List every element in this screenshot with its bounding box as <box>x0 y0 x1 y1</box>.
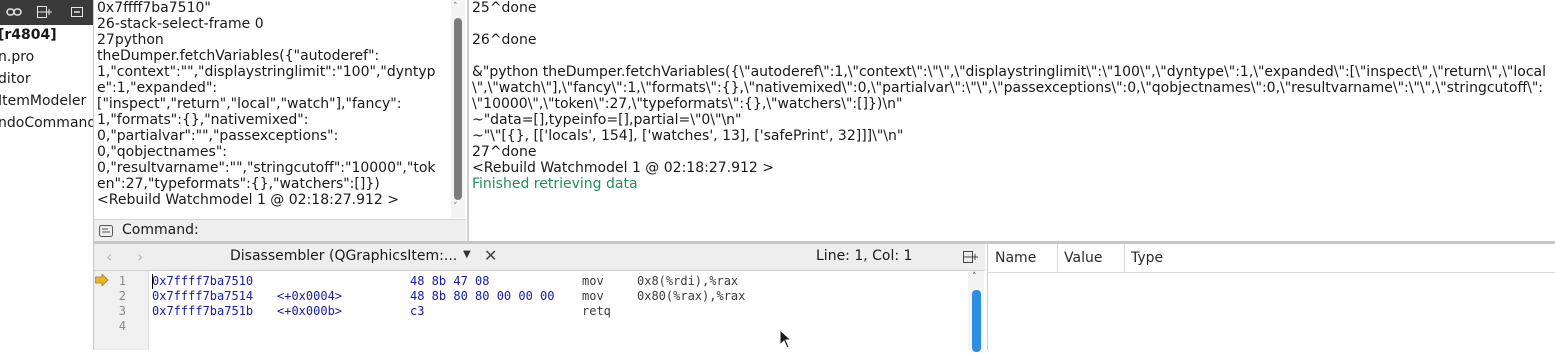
link-icon[interactable] <box>5 4 23 20</box>
text-cursor <box>152 274 153 289</box>
tree-item-pro-file[interactable]: n.pro <box>0 48 34 66</box>
command-log-line: theDumper.fetchVariables({"autoderef": <box>97 48 380 64</box>
pane-splitter[interactable] <box>467 0 469 241</box>
tree-item-revision[interactable]: [r4804] <box>0 26 57 44</box>
asm-mnemonic: mov <box>582 274 604 288</box>
locals-header: Name Value Type <box>988 244 1555 273</box>
column-header-name[interactable]: Name <box>995 250 1036 266</box>
response-log-line: ~"\"[{}, [['locals', 154], ['watches', 1… <box>472 128 904 144</box>
line-number: 4 <box>118 319 126 333</box>
asm-bytes: 48 8b 47 08 <box>410 274 490 288</box>
asm-offset: <+0x000b> <box>277 304 343 318</box>
column-header-type[interactable]: Type <box>1131 250 1163 266</box>
project-panel: [r4804] n.pro ditor ItemModeler ndoComma… <box>0 0 94 350</box>
status-message: Finished retrieving data <box>472 176 638 192</box>
tree-item-editor[interactable]: ditor <box>0 70 31 88</box>
locals-view[interactable]: Name Value Type <box>987 244 1555 350</box>
asm-offset: <+0x0004> <box>277 289 343 303</box>
asm-bytes: c3 <box>410 304 425 318</box>
command-log-line: 1,"formats":{},"nativemixed": <box>97 112 309 128</box>
asm-bytes: 48 8b 80 80 00 00 00 <box>410 289 555 303</box>
tree-item-undocommand[interactable]: ndoCommand <box>0 114 93 132</box>
split-editor-icon[interactable] <box>962 249 978 269</box>
asm-address: 0x7ffff7ba7510 <box>152 274 254 288</box>
scroll-up-icon[interactable]: ˄ <box>972 272 977 282</box>
asm-address: 0x7ffff7ba7514 <box>152 289 254 303</box>
command-log-line: <Rebuild Watchmodel 1 @ 02:18:27.912 > <box>97 192 399 208</box>
split-icon[interactable] <box>35 4 53 20</box>
back-arrow-icon[interactable]: ‹ <box>106 247 112 266</box>
asm-operands: 0x80(%rax),%rax <box>637 289 746 303</box>
forward-arrow-icon[interactable]: › <box>137 247 143 266</box>
line-number: 1 <box>118 274 126 288</box>
asm-mnemonic: retq <box>582 304 611 318</box>
cursor-position: Line: 1, Col: 1 <box>816 248 913 264</box>
command-log-line: 27python <box>97 32 164 48</box>
scroll-down-icon[interactable]: ˅ <box>453 202 458 212</box>
line-number: 2 <box>118 289 126 303</box>
command-log-line: 0x7ffff7ba7510" <box>97 0 211 16</box>
response-log[interactable]: 25^done 26^done &"python theDumper.fetch… <box>472 0 1555 240</box>
column-header-value[interactable]: Value <box>1064 250 1102 266</box>
scrollbar-thumb[interactable] <box>454 18 462 200</box>
disassembly-scrollbar[interactable]: ˄ <box>968 271 984 352</box>
close-document-icon[interactable]: ✕ <box>484 246 497 265</box>
asm-address: 0x7ffff7ba751b <box>152 304 254 318</box>
line-number: 3 <box>118 304 126 318</box>
close-pane-icon[interactable] <box>68 4 86 20</box>
command-log-line: 1,"context":"","displaystringlimit":"100… <box>97 64 436 80</box>
disassembler-toolbar: ‹ › Disassembler (QGraphicsItem:... ▼ ✕ … <box>94 244 985 271</box>
asm-mnemonic: mov <box>582 289 604 303</box>
command-log-line: 0,"qobjectnames": <box>97 144 227 160</box>
command-bar: Command: <box>94 219 466 242</box>
command-label: Command: <box>122 222 199 238</box>
command-log-line: 0,"resultvarname":"","stringcutoff":"100… <box>97 160 436 176</box>
command-log-line: e":1,"expanded": <box>97 80 218 96</box>
command-log-line: ["inspect","return","local","watch"],"fa… <box>97 96 402 112</box>
command-log-line: 26-stack-select-frame 0 <box>97 16 264 32</box>
response-log-line: \",\"watch\"],\"fancy\":1,\"formats\":{}… <box>472 80 1543 96</box>
command-log-line: 0,"partialvar":"","passexceptions": <box>97 128 339 144</box>
response-log-line: \"10000\",\"token\":27,\"typeformats\":{… <box>472 96 903 112</box>
response-log-line: &"python theDumper.fetchVariables({\"aut… <box>472 64 1546 80</box>
column-divider[interactable] <box>1057 244 1058 272</box>
document-title[interactable]: Disassembler (QGraphicsItem:... <box>230 248 465 264</box>
mouse-cursor-icon <box>779 328 793 353</box>
scroll-up-icon[interactable]: ˄ <box>453 2 458 12</box>
command-input[interactable] <box>204 222 459 239</box>
response-log-line: 25^done <box>472 0 537 16</box>
scrollbar-thumb[interactable] <box>972 290 981 352</box>
command-log-scrollbar[interactable]: ˄ ˅ <box>451 0 465 218</box>
asm-operands: 0x8(%rdi),%rax <box>637 274 739 288</box>
column-divider[interactable] <box>1124 244 1125 272</box>
response-log-line: ~"data=[],typeinfo=[],partial=\"0\"\n" <box>472 112 742 128</box>
tree-item-itemmodeler[interactable]: ItemModeler <box>0 92 86 110</box>
response-log-line: 26^done <box>472 32 537 48</box>
command-log-line: en":27,"typeformats":{},"watchers":[]}) <box>97 176 380 192</box>
command-icon <box>98 223 113 237</box>
response-log-line: 27^done <box>472 144 537 160</box>
project-toolbar <box>0 0 93 25</box>
command-log[interactable]: 0x7ffff7ba7510" 26-stack-select-frame 0 … <box>97 0 452 218</box>
response-log-line: <Rebuild Watchmodel 1 @ 02:18:27.912 > <box>472 160 774 176</box>
chevron-down-icon[interactable]: ▼ <box>463 249 471 260</box>
